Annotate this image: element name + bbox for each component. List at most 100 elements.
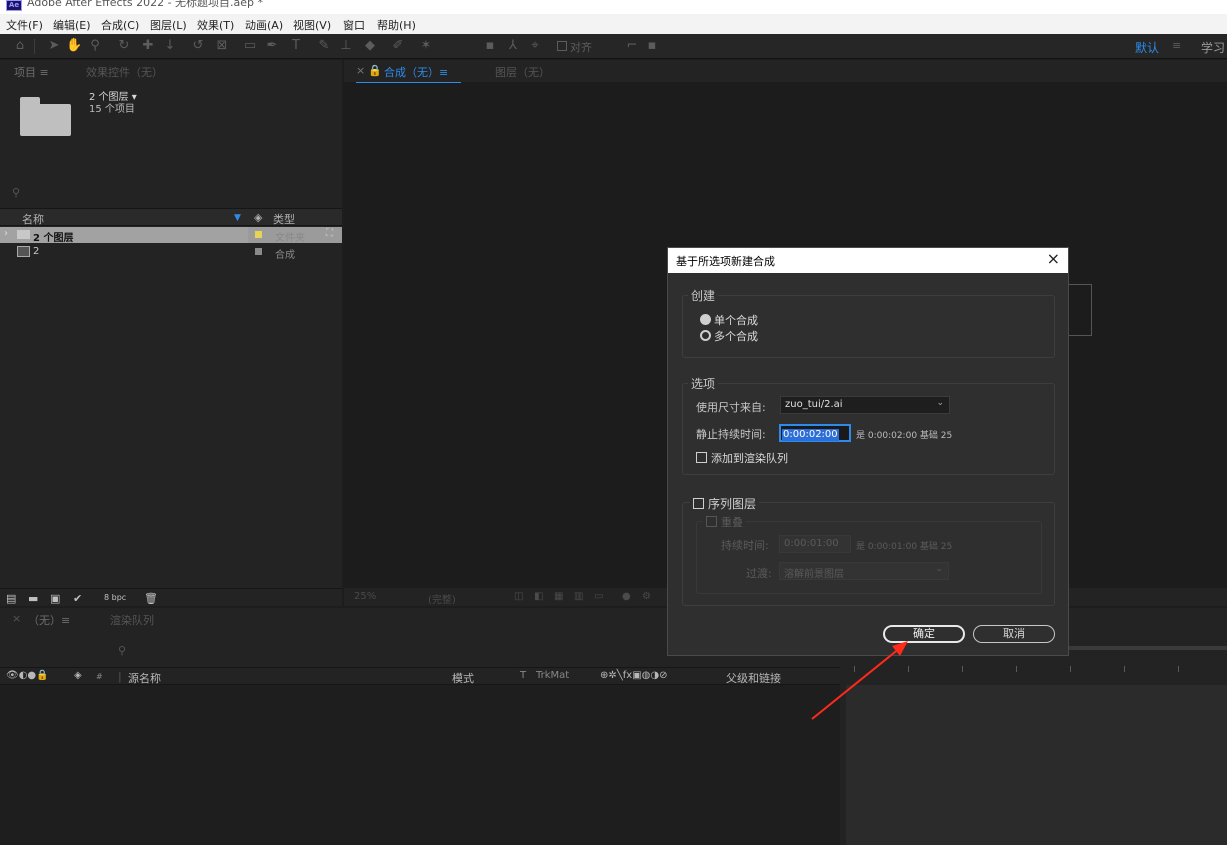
ruler-tick — [1178, 666, 1179, 672]
resolution-select[interactable]: (完整) — [428, 591, 456, 606]
label-color-chip[interactable] — [255, 231, 262, 238]
eraser-tool-icon[interactable]: ◆ — [362, 38, 378, 54]
column-trkmat[interactable]: TrkMat — [536, 670, 569, 681]
overlap-checkbox[interactable]: 重叠 — [703, 514, 746, 530]
duration-note: 是 0:00:01:00 基础 25 — [856, 542, 953, 552]
snap-option-icon[interactable]: ⌐ — [624, 38, 640, 54]
bit-depth-button[interactable]: 8 bpc — [104, 593, 126, 602]
workspace-default[interactable]: 默认 — [1135, 39, 1159, 56]
roto-brush-tool-icon[interactable]: ✐ — [390, 38, 406, 54]
workspace-menu-icon[interactable]: ≡ — [1172, 39, 1181, 52]
menu-window[interactable]: 窗口 — [343, 17, 365, 33]
color-icon[interactable]: ● — [622, 591, 631, 602]
close-icon[interactable]: × — [12, 612, 21, 625]
text-tool-icon[interactable]: T — [288, 38, 304, 54]
cancel-button[interactable]: 取消 — [973, 625, 1055, 643]
workspace-learn[interactable]: 学习 — [1201, 39, 1225, 56]
sort-arrow-icon[interactable]: ▼ — [234, 213, 241, 223]
rotate-tool-icon[interactable]: ↻ — [116, 38, 132, 54]
transition-select[interactable]: 溶解前景图层 ⌄ — [779, 562, 949, 580]
item-type: 合成 — [275, 250, 295, 261]
home-icon[interactable]: ⌂ — [12, 38, 28, 54]
menu-composition[interactable]: 合成(C) — [101, 17, 139, 33]
lock-icon[interactable]: 🔒 — [368, 64, 382, 77]
pan-behind-tool-icon[interactable]: ↓ — [162, 38, 178, 54]
still-duration-input[interactable]: 0:00:02:00 — [779, 424, 851, 442]
list-item[interactable]: 2 合成 — [0, 244, 342, 261]
tab-render-queue[interactable]: 渲染队列 — [110, 612, 154, 628]
snap-mode-icon[interactable]: ▪ — [644, 38, 660, 54]
pen-tool-icon[interactable]: ✒ — [264, 38, 280, 54]
region-icon[interactable]: ▦ — [554, 591, 563, 602]
new-composition-icon[interactable]: ▣ — [50, 592, 60, 605]
new-folder-icon[interactable]: ▬ — [28, 592, 38, 605]
search-icon[interactable]: ⚲ — [12, 186, 20, 199]
zoom-tool-icon[interactable]: ⚲ — [87, 38, 103, 54]
duration-input[interactable]: 0:00:01:00 — [779, 535, 851, 553]
sequence-layers-checkbox[interactable]: 序列图层 — [690, 495, 760, 512]
menu-layer[interactable]: 图层(L) — [150, 17, 187, 33]
av-switches-icon[interactable]: 👁◐●🔒 — [6, 670, 49, 681]
label-column-icon[interactable]: ◈ — [74, 670, 82, 681]
delete-icon[interactable]: 🗑 — [144, 592, 158, 605]
close-icon[interactable]: × — [356, 64, 365, 77]
app-logo: Ae — [6, 0, 22, 11]
tab-layer[interactable]: 图层（无） — [495, 64, 550, 80]
label-column-icon[interactable]: ◈ — [254, 211, 262, 224]
snap-checkbox[interactable] — [557, 41, 567, 51]
ok-button[interactable]: 确定 — [883, 625, 965, 643]
view-axis-icon[interactable]: ⌖ — [527, 38, 543, 54]
size-from-select[interactable]: zuo_tui/2.ai ⌄ — [780, 396, 950, 414]
column-parent[interactable]: 父级和链接 — [726, 670, 781, 686]
snap-label: 对齐 — [570, 41, 592, 54]
menu-help[interactable]: 帮助(H) — [377, 17, 416, 33]
column-source-name[interactable]: 源名称 — [128, 670, 161, 686]
menu-effect[interactable]: 效果(T) — [197, 17, 234, 33]
timeline-graph-area[interactable] — [846, 685, 1227, 845]
tab-composition[interactable]: 合成（无）≡ — [384, 64, 448, 80]
single-comp-radio[interactable]: 单个合成 — [700, 312, 758, 328]
local-axis-icon[interactable]: ▪ — [482, 38, 498, 54]
tab-project[interactable]: 项目 ≡ — [14, 64, 49, 80]
menu-file[interactable]: 文件(F) — [6, 17, 43, 33]
settings-icon[interactable]: ⚙ — [642, 591, 651, 602]
world-axis-icon[interactable]: ⅄ — [505, 38, 521, 54]
expand-chevron-icon[interactable]: › — [4, 228, 8, 239]
timeline-layer-area[interactable] — [0, 685, 840, 845]
column-name[interactable]: 名称 — [22, 211, 44, 227]
camera-tool-icon[interactable]: ✚ — [140, 38, 156, 54]
shape-tool-icon[interactable]: ▭ — [242, 38, 258, 54]
tab-timeline[interactable]: （无）≡ — [28, 612, 70, 628]
project-settings-icon[interactable]: ✔ — [73, 592, 82, 605]
list-item[interactable]: › 2 个图层 文件夹 ⛶ — [0, 227, 342, 244]
zoom-level[interactable]: 25% — [354, 591, 376, 602]
hierarchy-icon[interactable]: ⛶ — [326, 228, 333, 239]
radio-unselected-icon — [700, 330, 711, 341]
column-mode[interactable]: 模式 — [452, 670, 474, 686]
close-icon[interactable]: × — [1047, 250, 1060, 268]
column-type[interactable]: 类型 — [273, 211, 295, 227]
search-icon[interactable]: ⚲ — [118, 644, 126, 657]
puppet-tool-icon[interactable]: ✶ — [418, 38, 434, 54]
grid-icon[interactable]: ▥ — [574, 591, 583, 602]
anchor-tool-icon[interactable]: ⊠ — [214, 38, 230, 54]
work-area-bar[interactable] — [1066, 646, 1227, 650]
channel-icon[interactable]: ◧ — [534, 591, 543, 602]
tab-effect-controls[interactable]: 效果控件（无） — [86, 64, 163, 80]
snapshot-icon[interactable]: ◫ — [514, 591, 523, 602]
selection-tool-icon[interactable]: ➤ — [46, 38, 62, 54]
hand-tool-icon[interactable]: ✋ — [66, 38, 82, 54]
orbit-tool-icon[interactable]: ↺ — [190, 38, 206, 54]
clone-stamp-tool-icon[interactable]: ⊥ — [338, 38, 354, 54]
add-render-queue-checkbox[interactable]: 添加到渲染队列 — [696, 450, 788, 466]
menu-view[interactable]: 视图(V) — [293, 17, 331, 33]
label-color-chip[interactable] — [255, 248, 262, 255]
brush-tool-icon[interactable]: ✎ — [316, 38, 332, 54]
menu-edit[interactable]: 编辑(E) — [53, 17, 91, 33]
transparency-icon[interactable]: ▭ — [594, 591, 603, 602]
layer-switches-icon[interactable]: ⊕✲╲fx▣◍◑⊘ — [600, 670, 668, 681]
interpret-footage-icon[interactable]: ▤ — [6, 592, 16, 605]
menu-animation[interactable]: 动画(A) — [245, 17, 283, 33]
multiple-comp-radio[interactable]: 多个合成 — [700, 328, 758, 344]
column-trkmat-t[interactable]: T — [520, 670, 526, 681]
